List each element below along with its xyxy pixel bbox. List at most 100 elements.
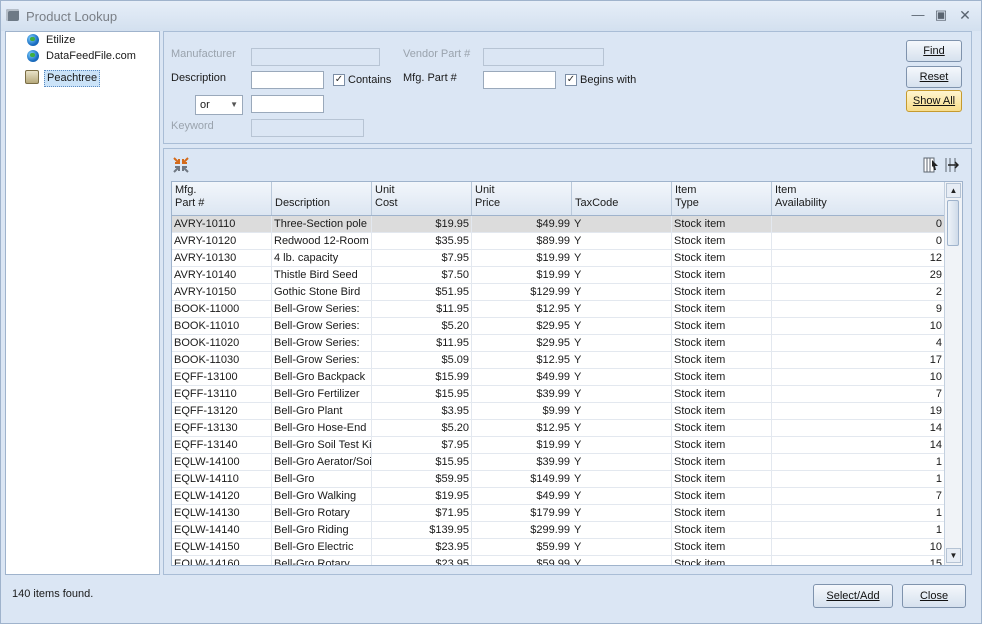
- column-header-mfg-part[interactable]: Mfg. Part #: [172, 182, 272, 215]
- keyword-field[interactable]: [251, 119, 364, 137]
- collapse-icon[interactable]: [173, 157, 189, 173]
- maximize-icon[interactable]: ▣: [933, 7, 949, 23]
- vertical-scrollbar[interactable]: ▲ ▼: [944, 182, 962, 565]
- chevron-down-icon: ▼: [230, 100, 238, 109]
- cell-taxcode: Y: [572, 284, 672, 300]
- find-button[interactable]: Find: [906, 40, 962, 62]
- table-row[interactable]: AVRY-10130 4 lb. capacity $7.95 $19.99 Y Stoc…: [172, 250, 945, 267]
- select-add-button[interactable]: Select/Add: [813, 584, 893, 608]
- cell-taxcode: Y: [572, 216, 672, 232]
- column-header-availability[interactable]: Item Availability: [772, 182, 945, 215]
- operator-dropdown[interactable]: or ▼: [195, 95, 243, 115]
- cell-unit-price: $59.99: [536, 541, 570, 553]
- scroll-up-icon[interactable]: ▲: [946, 183, 961, 198]
- cell-mfg-part: EQLW-14160: [172, 556, 272, 565]
- column-header-item-type[interactable]: Item Type: [672, 182, 772, 215]
- cell-item-type: Stock item: [672, 301, 772, 317]
- cell-unit-price: $59.99: [536, 558, 570, 566]
- cell-item-type: Stock item: [672, 420, 772, 436]
- cell-unit-cost: $23.95: [372, 539, 472, 555]
- table-row[interactable]: EQLW-14120 Bell-Gro Walking $19.95 $49.99 Y S…: [172, 488, 945, 505]
- column-header-taxcode[interactable]: TaxCode: [572, 182, 672, 215]
- mfg-part-field[interactable]: [483, 71, 556, 89]
- close-icon[interactable]: ✕: [957, 7, 973, 23]
- table-row[interactable]: EQFF-13100 Bell-Gro Backpack $15.99 $49.99 Y…: [172, 369, 945, 386]
- scroll-thumb[interactable]: [947, 200, 959, 246]
- cell-item-type: Stock item: [672, 539, 772, 555]
- close-button[interactable]: Close: [902, 584, 966, 608]
- cell-unit-cost: $15.95: [372, 386, 472, 402]
- cell-unit-cost: $23.95: [372, 556, 472, 565]
- column-header-unit-cost[interactable]: Unit Cost: [372, 182, 472, 215]
- begins-with-label: Begins with: [580, 74, 637, 86]
- cell-taxcode: Y: [572, 556, 672, 565]
- operator-value: or: [200, 99, 210, 111]
- table-row[interactable]: AVRY-10110 Three-Section pole $19.95 $49.99…: [172, 216, 945, 233]
- show-all-button[interactable]: Show All: [906, 90, 962, 112]
- table-row[interactable]: EQLW-14130 Bell-Gro Rotary $71.95 $179.99 Y S…: [172, 505, 945, 522]
- table-row[interactable]: EQLW-14140 Bell-Gro Riding $139.95 $299.99 Y…: [172, 522, 945, 539]
- tree-item-peachtree[interactable]: Peachtree: [44, 70, 101, 87]
- table-row[interactable]: EQFF-13120 Bell-Gro Plant $3.95 $9.99 Y Stock…: [172, 403, 945, 420]
- cell-description: Bell-Gro Plant: [272, 403, 372, 419]
- cell-taxcode: Y: [572, 386, 672, 402]
- title-bar[interactable]: Product Lookup — ▣ ✕: [1, 1, 981, 31]
- cell-item-type: Stock item: [672, 216, 772, 232]
- cell-unit-price: $19.99: [536, 252, 570, 264]
- table-row[interactable]: AVRY-10140 Thistle Bird Seed $7.50 $19.99 Y S…: [172, 267, 945, 284]
- table-row[interactable]: AVRY-10150 Gothic Stone Bird $51.95 $129.99…: [172, 284, 945, 301]
- tree-item-etilize[interactable]: Etilize: [46, 33, 75, 48]
- cell-description: Bell-Gro: [272, 471, 372, 487]
- minimize-icon[interactable]: —: [910, 7, 926, 23]
- table-row[interactable]: EQLW-14160 Bell-Gro Rotary $23.95 $59.99 Y St…: [172, 556, 945, 566]
- table-row[interactable]: EQLW-14100 Bell-Gro Aerator/Soil $15.95 $39…: [172, 454, 945, 471]
- cell-availability: 0: [772, 216, 945, 232]
- cell-mfg-part: EQFF-13130: [172, 420, 272, 436]
- column-chooser-icon[interactable]: [923, 157, 939, 173]
- reset-button[interactable]: Reset: [906, 66, 962, 88]
- table-row[interactable]: EQFF-13130 Bell-Gro Hose-End $5.20 $12.95 Y S…: [172, 420, 945, 437]
- cell-unit-cost: $15.99: [372, 369, 472, 385]
- table-row[interactable]: EQFF-13140 Bell-Gro Soil Test Kit $7.95 $19…: [172, 437, 945, 454]
- cell-mfg-part: EQFF-13140: [172, 437, 272, 453]
- table-row[interactable]: EQLW-14150 Bell-Gro Electric $23.95 $59.99 Y…: [172, 539, 945, 556]
- cell-mfg-part: BOOK-11030: [172, 352, 272, 368]
- table-row[interactable]: EQLW-14110 Bell-Gro $59.95 $149.99 Y Stock it…: [172, 471, 945, 488]
- table-row[interactable]: EQFF-13110 Bell-Gro Fertilizer $15.95 $39.9…: [172, 386, 945, 403]
- manufacturer-label: Manufacturer: [171, 48, 236, 60]
- table-row[interactable]: BOOK-11010 Bell-Grow Series: $5.20 $29.95 Y S…: [172, 318, 945, 335]
- scroll-down-icon[interactable]: ▼: [946, 548, 961, 563]
- cell-item-type: Stock item: [672, 386, 772, 402]
- cell-mfg-part: EQFF-13120: [172, 403, 272, 419]
- contains-label: Contains: [348, 74, 392, 86]
- description-label: Description: [171, 72, 227, 84]
- table-row[interactable]: BOOK-11000 Bell-Grow Series: $11.95 $12.95 Y…: [172, 301, 945, 318]
- description2-field[interactable]: [251, 95, 324, 113]
- column-header-description[interactable]: Description: [272, 182, 372, 215]
- cell-unit-cost: $19.95: [372, 488, 472, 504]
- cell-description: Bell-Gro Backpack: [272, 369, 372, 385]
- table-row[interactable]: BOOK-11030 Bell-Grow Series: $5.09 $12.95 Y S…: [172, 352, 945, 369]
- cell-taxcode: Y: [572, 301, 672, 317]
- vendor-part-label: Vendor Part #: [403, 48, 471, 60]
- cell-unit-cost: $5.20: [372, 318, 472, 334]
- column-header-unit-price[interactable]: Unit Price: [472, 182, 572, 215]
- vendor-part-field[interactable]: [483, 48, 604, 66]
- cell-unit-cost: $71.95: [372, 505, 472, 521]
- manufacturer-field[interactable]: [251, 48, 380, 66]
- table-row[interactable]: BOOK-11020 Bell-Grow Series: $11.95 $29.95 Y…: [172, 335, 945, 352]
- cell-taxcode: Y: [572, 267, 672, 283]
- cell-description: Bell-Grow Series:: [272, 301, 372, 317]
- cell-mfg-part: BOOK-11000: [172, 301, 272, 317]
- cell-taxcode: Y: [572, 250, 672, 266]
- window-title: Product Lookup: [26, 9, 118, 24]
- column-resize-icon[interactable]: [943, 157, 959, 173]
- begins-with-checkbox[interactable]: ✓: [565, 74, 577, 86]
- table-row[interactable]: AVRY-10120 Redwood 12-Room $35.95 $89.99 Y St…: [172, 233, 945, 250]
- tree-item-datafeedfile[interactable]: DataFeedFile.com: [46, 49, 136, 64]
- cell-description: Bell-Gro Rotary: [272, 556, 372, 565]
- cell-description: Bell-Gro Hose-End: [272, 420, 372, 436]
- description-field[interactable]: [251, 71, 324, 89]
- contains-checkbox[interactable]: ✓: [333, 74, 345, 86]
- cell-item-type: Stock item: [672, 352, 772, 368]
